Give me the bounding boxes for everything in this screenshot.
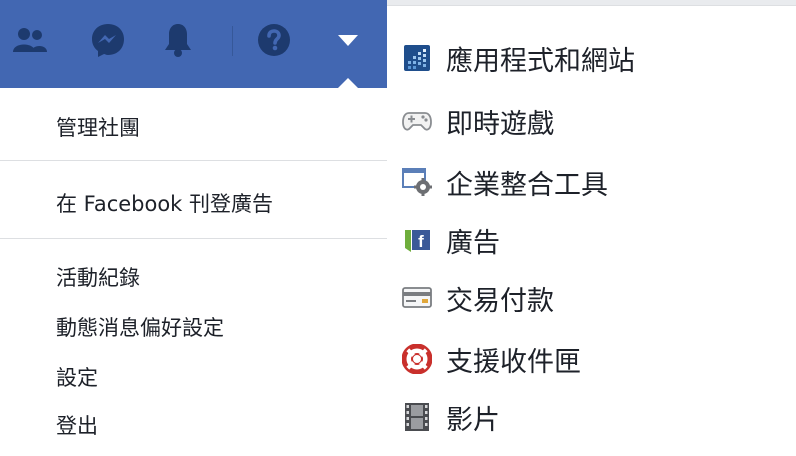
messenger-icon[interactable]: [88, 18, 128, 62]
menu-item-settings[interactable]: 設定: [56, 364, 98, 392]
panel-top-edge: [387, 0, 796, 6]
credit-card-icon: [402, 283, 432, 313]
menu-divider: [0, 160, 387, 161]
gamepad-icon: [402, 106, 432, 136]
nav-item-videos[interactable]: 影片: [402, 397, 500, 437]
menu-item-news-feed-preferences[interactable]: 動態消息偏好設定: [56, 314, 224, 342]
nav-item-label: 應用程式和網站: [446, 45, 635, 77]
menu-item-manage-groups[interactable]: 管理社團: [56, 114, 140, 142]
nav-item-label: 即時遊戲: [446, 108, 554, 140]
facebook-ads-icon: f: [402, 225, 432, 255]
nav-item-label: 企業整合工具: [446, 169, 608, 201]
nav-item-apps-websites[interactable]: 應用程式和網站: [402, 38, 635, 78]
friends-icon[interactable]: [10, 18, 50, 62]
top-navigation-bar: [0, 0, 387, 89]
lifebuoy-icon: [402, 344, 432, 374]
film-icon: [402, 402, 432, 432]
menu-item-activity-log[interactable]: 活動紀錄: [56, 264, 140, 292]
nav-item-label: 支援收件匣: [446, 346, 581, 378]
help-icon[interactable]: [254, 18, 294, 62]
business-integrations-icon: [402, 167, 432, 197]
topbar-separator: [232, 26, 233, 56]
nav-item-business-integrations[interactable]: 企業整合工具: [402, 162, 608, 202]
account-dropdown-menu: 管理社團 在 Facebook 刊登廣告 活動紀錄 動態消息偏好設定 設定 登出: [0, 88, 387, 456]
svg-text:f: f: [418, 232, 424, 251]
nav-item-instant-games[interactable]: 即時遊戲: [402, 101, 554, 141]
apps-websites-icon: [402, 43, 432, 73]
nav-item-label: 影片: [446, 404, 500, 436]
nav-item-label: 廣告: [446, 227, 500, 259]
menu-dropdown-icon[interactable]: [328, 18, 368, 62]
notifications-icon[interactable]: [158, 18, 198, 62]
nav-item-payments[interactable]: 交易付款: [402, 278, 554, 318]
nav-item-support-inbox[interactable]: 支援收件匣: [402, 339, 581, 379]
menu-item-advertise[interactable]: 在 Facebook 刊登廣告: [56, 190, 273, 218]
nav-item-label: 交易付款: [446, 285, 554, 317]
menu-item-log-out[interactable]: 登出: [56, 412, 98, 440]
menu-divider: [0, 238, 387, 239]
nav-item-ads[interactable]: f 廣告: [402, 220, 500, 260]
